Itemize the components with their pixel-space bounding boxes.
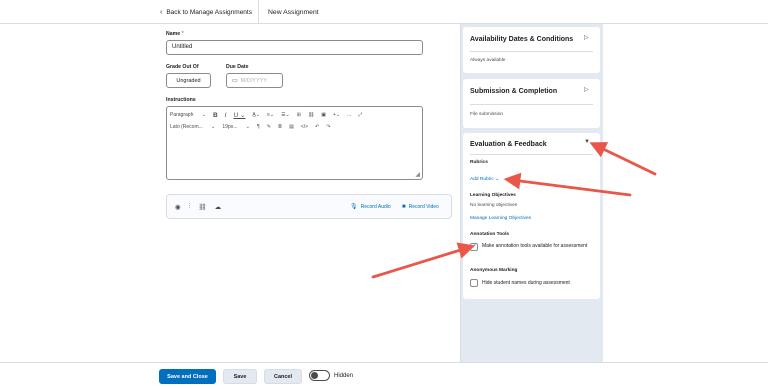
- record-audio-label: Record Audio: [360, 203, 391, 210]
- source-code-icon[interactable]: </>: [301, 124, 308, 130]
- visibility-label: Hidden: [334, 372, 354, 379]
- expand-arrow-icon[interactable]: ▷: [584, 34, 589, 41]
- due-date-placeholder: M/D/YYYY: [240, 77, 267, 84]
- save-and-close-button[interactable]: Save and Close: [159, 369, 216, 384]
- learning-objectives-heading: Learning Objectives: [470, 193, 516, 198]
- add-rubric-button[interactable]: Add Rubric ⌄: [470, 177, 499, 182]
- availability-card[interactable]: Availability Dates & Conditions ▷ Always…: [463, 27, 600, 73]
- due-date-input[interactable]: ▭ M/D/YYYY: [226, 73, 283, 88]
- required-mark: *: [181, 31, 184, 37]
- strikethrough-icon[interactable]: ≣: [278, 124, 282, 130]
- annotation-checkbox[interactable]: ✓: [470, 243, 478, 251]
- font-select[interactable]: Lato (Recom... ⌄: [170, 124, 215, 130]
- name-label: Name *: [166, 31, 184, 37]
- format-painter-icon[interactable]: ¶: [257, 124, 260, 130]
- submission-title: Submission & Completion: [470, 88, 558, 95]
- back-link[interactable]: ‹ Back to Manage Assignments: [160, 0, 259, 24]
- submission-card[interactable]: Submission & Completion ▷ File submissio…: [463, 79, 600, 128]
- record-video-button[interactable]: ■ Record Video: [402, 195, 439, 218]
- attach-link-icon[interactable]: ⛓: [198, 203, 206, 211]
- size-select[interactable]: 19px... ⌄: [222, 124, 250, 130]
- editor-toolbar-row-1: Paragraph ⌄ B I U ⌄ A̲⌄ ≡⌄ ☰⌄ ⊞ ⛓ ▣ +⌄ .…: [170, 109, 369, 121]
- availability-title: Availability Dates & Conditions: [470, 36, 574, 43]
- rubrics-heading: Rubrics: [470, 160, 488, 165]
- page-title: New Assignment: [268, 8, 319, 16]
- video-camera-icon: ■: [402, 203, 406, 210]
- list-icon[interactable]: ☰⌄: [281, 112, 290, 118]
- insert-stuff-icon[interactable]: ⊞: [297, 112, 301, 118]
- manage-objectives-link[interactable]: Manage Learning Objectives: [470, 216, 531, 221]
- divider: [470, 154, 593, 155]
- due-date-label: Due Date: [226, 64, 249, 70]
- instructions-editor[interactable]: Paragraph ⌄ B I U ⌄ A̲⌄ ≡⌄ ☰⌄ ⊞ ⛓ ▣ +⌄ .…: [166, 106, 423, 180]
- divider: [470, 51, 593, 52]
- highlight-icon[interactable]: ✎: [267, 124, 271, 130]
- record-video-label: Record Video: [408, 203, 439, 210]
- collapse-arrow-icon[interactable]: ▼: [584, 139, 590, 145]
- anonymous-marking-label: Hide student names during assessment: [482, 280, 570, 286]
- fullscreen-icon[interactable]: ⤢: [358, 112, 362, 118]
- media-toolbar: ◉ ⫶ ⛓ ☁ 🎙 Record Audio ■ Record Video: [166, 194, 452, 219]
- name-input[interactable]: Untitled: [166, 40, 423, 55]
- align-icon[interactable]: ≡⌄: [267, 112, 274, 118]
- more-options-icon[interactable]: ...: [347, 112, 351, 118]
- underline-button[interactable]: U ⌄: [233, 111, 245, 119]
- visibility-toggle[interactable]: [309, 370, 330, 381]
- editor-toolbar-row-2: Lato (Recom... ⌄ 19px... ⌄ ¶ ✎ ≣ ▤ </> ↶…: [170, 121, 337, 133]
- calendar-icon: ▭: [232, 78, 238, 84]
- resize-handle-icon[interactable]: ◢: [415, 171, 420, 178]
- attach-quicklink-icon[interactable]: ⫶: [189, 203, 191, 211]
- chevron-left-icon: ‹: [160, 8, 163, 16]
- redo-icon[interactable]: ↷: [326, 124, 330, 130]
- footer-bar: [0, 362, 768, 389]
- image-icon[interactable]: ▣: [321, 112, 326, 118]
- undo-icon[interactable]: ↶: [315, 124, 319, 130]
- right-gutter: [603, 24, 768, 362]
- anonymous-marking-checkbox[interactable]: [470, 279, 478, 287]
- bold-button[interactable]: B: [213, 112, 218, 119]
- table-icon[interactable]: ▤: [289, 124, 294, 130]
- annotation-checkbox-label: Make annotation tools available for asse…: [482, 243, 588, 249]
- cancel-button[interactable]: Cancel: [264, 369, 302, 384]
- preview-icon[interactable]: ◉: [175, 203, 181, 211]
- paragraph-select[interactable]: Paragraph ⌄: [170, 112, 206, 118]
- microphone-icon: 🎙: [350, 204, 358, 210]
- italic-button[interactable]: I: [225, 112, 227, 119]
- back-link-label: Back to Manage Assignments: [166, 8, 252, 16]
- checkmark-icon: ✓: [471, 244, 477, 250]
- anonymous-marking-heading: Anonymous Marking: [470, 268, 518, 273]
- top-bar: ‹ Back to Manage Assignments New Assignm…: [0, 0, 768, 24]
- submission-summary: File submission: [470, 112, 504, 117]
- chevron-down-icon: ⌄: [495, 177, 500, 182]
- grade-out-of-button[interactable]: Ungraded: [166, 73, 211, 88]
- media-icons: ◉ ⫶ ⛓ ☁: [175, 195, 229, 218]
- save-button[interactable]: Save: [223, 369, 257, 384]
- annotation-tools-heading: Annotation Tools: [470, 232, 510, 237]
- instructions-label: Instructions: [166, 97, 196, 103]
- record-audio-button[interactable]: 🎙 Record Audio: [350, 195, 391, 218]
- grade-label: Grade Out Of: [166, 64, 199, 70]
- cloud-icon[interactable]: ☁: [215, 203, 222, 211]
- evaluation-title[interactable]: Evaluation & Feedback: [470, 141, 547, 148]
- insert-plus-icon[interactable]: +⌄: [333, 112, 340, 118]
- learning-objectives-text: No learning objectives: [470, 203, 518, 208]
- text-color-icon[interactable]: A̲⌄: [252, 112, 260, 118]
- divider: [470, 104, 593, 105]
- link-icon[interactable]: ⛓: [308, 112, 314, 118]
- expand-arrow-icon[interactable]: ▷: [584, 86, 589, 93]
- toggle-knob: [311, 372, 318, 379]
- availability-summary: Always available: [470, 58, 506, 63]
